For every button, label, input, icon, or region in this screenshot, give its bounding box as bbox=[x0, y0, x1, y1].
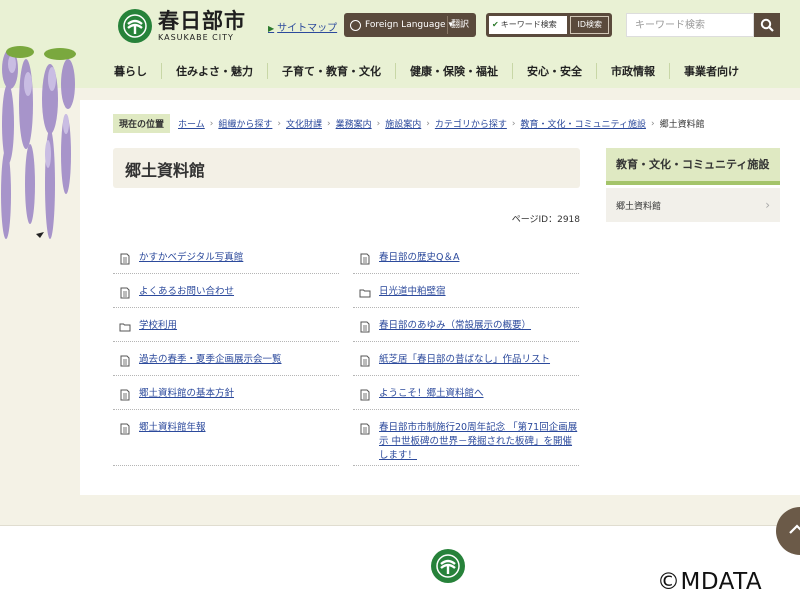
nav-item-health-welfare[interactable]: 健康・保険・福祉 bbox=[395, 63, 512, 79]
wisteria-decoration bbox=[0, 44, 80, 274]
document-icon bbox=[360, 321, 370, 333]
page-id: ページID：2918 bbox=[511, 215, 580, 225]
footer-band bbox=[0, 495, 800, 525]
page-title: 郷土資料館 bbox=[125, 161, 206, 180]
nav-item-living[interactable]: 暮らし bbox=[100, 63, 161, 79]
list-item[interactable]: かすかべデジタル写真館 bbox=[113, 240, 339, 274]
breadcrumb-item[interactable]: 組織から探す bbox=[218, 117, 272, 130]
list-link[interactable]: ようこそ！郷土資料館へ bbox=[379, 387, 484, 401]
list-item[interactable]: 日光道中粕壁宿 bbox=[353, 274, 579, 308]
side-menu: 教育・文化・コミュニティ施設 郷土資料館 › bbox=[606, 148, 780, 222]
document-icon bbox=[360, 389, 370, 401]
list-link[interactable]: 春日部の歴史Q＆A bbox=[379, 251, 459, 265]
list-link[interactable]: 過去の春季・夏季企画展示会一覧 bbox=[139, 353, 282, 367]
keyword-search-tab[interactable]: ✔ キーワード検索 bbox=[489, 16, 568, 34]
chevron-right-icon: › bbox=[765, 198, 770, 212]
document-icon bbox=[120, 253, 130, 265]
folder-icon bbox=[119, 323, 131, 332]
list-item[interactable]: 春日部の歴史Q＆A bbox=[353, 240, 579, 274]
document-icon bbox=[120, 389, 130, 401]
breadcrumb-item[interactable]: 業務案内 bbox=[336, 117, 372, 130]
list-item[interactable]: 紙芝居「春日部の昔ばなし」作品リスト bbox=[353, 342, 579, 376]
breadcrumb-item[interactable]: 施設案内 bbox=[385, 117, 421, 130]
global-nav: 暮らし 住みよさ・魅力 子育て・教育・文化 健康・保険・福祉 安心・安全 市政情… bbox=[100, 60, 800, 82]
search-button[interactable] bbox=[754, 13, 780, 37]
chevron-right-icon: › bbox=[277, 118, 281, 129]
logo-subtitle: KASUKABE CITY bbox=[158, 32, 234, 42]
breadcrumb: 現在の位置 ホーム › 組織から探す › 文化財課 › 業務案内 › 施設案内 › カテゴ… bbox=[113, 114, 793, 133]
id-search-tab[interactable]: ID検索 bbox=[570, 16, 609, 34]
side-menu-heading[interactable]: 教育・文化・コミュニティ施設 bbox=[606, 148, 780, 185]
list-link[interactable]: 春日部市市制施行20周年記念 「第71回企画展示 中世板碑の世界－発掘された板碑… bbox=[379, 421, 579, 463]
document-icon bbox=[120, 423, 130, 435]
chevron-right-icon: › bbox=[209, 118, 214, 129]
nav-item-business[interactable]: 事業者向け bbox=[669, 63, 753, 79]
link-list-right: 春日部の歴史Q＆A 日光道中粕壁宿 春日部のあゆみ（常設展示の概要） 紙芝居「春… bbox=[353, 240, 579, 466]
search-icon bbox=[760, 18, 774, 32]
link-list-left: かすかべデジタル写真館 よくあるお問い合わせ 学校利用 過去の春季・夏季企画展示… bbox=[113, 240, 339, 466]
nav-item-city-info[interactable]: 市政情報 bbox=[596, 63, 669, 79]
list-link[interactable]: 紙芝居「春日部の昔ばなし」作品リスト bbox=[379, 353, 550, 367]
keyword-search-label: キーワード検索 bbox=[500, 20, 557, 29]
list-link[interactable]: 郷土資料館の基本方針 bbox=[139, 387, 234, 401]
list-link[interactable]: 郷土資料館年報 bbox=[139, 421, 206, 435]
list-item[interactable]: 春日部のあゆみ（常設展示の概要） bbox=[353, 308, 579, 342]
list-item[interactable]: ようこそ！郷土資料館へ bbox=[353, 376, 579, 410]
logo-name: 春日部市 bbox=[158, 8, 246, 33]
side-menu-item[interactable]: 郷土資料館 › bbox=[606, 188, 780, 222]
footer-emblem-icon bbox=[431, 549, 465, 583]
document-icon bbox=[360, 355, 370, 367]
site-header: 春日部市 KASUKABE CITY ▶ サイトマップ Foreign Langu… bbox=[0, 0, 800, 100]
list-link[interactable]: よくあるお問い合わせ bbox=[139, 285, 234, 299]
list-link[interactable]: かすかべデジタル写真館 bbox=[139, 251, 243, 265]
chevron-right-icon: › bbox=[426, 118, 430, 129]
sitemap-link[interactable]: ▶ サイトマップ bbox=[268, 19, 337, 34]
list-link[interactable]: 春日部のあゆみ（常設展示の概要） bbox=[379, 319, 531, 333]
nav-item-childcare-education[interactable]: 子育て・教育・文化 bbox=[267, 63, 395, 79]
watermark: ©MDATA bbox=[657, 569, 763, 595]
list-item[interactable]: 過去の春季・夏季企画展示会一覧 bbox=[113, 342, 339, 376]
list-item[interactable]: 郷土資料館年報 bbox=[113, 410, 339, 466]
foreign-language-label: Foreign Language ▾ bbox=[365, 20, 453, 30]
document-icon bbox=[360, 423, 370, 435]
list-item[interactable]: よくあるお問い合わせ bbox=[113, 274, 339, 308]
globe-icon bbox=[350, 19, 361, 31]
arrow-right-icon: ▶ bbox=[268, 24, 275, 33]
folder-icon bbox=[359, 289, 371, 298]
list-link[interactable]: 日光道中粕壁宿 bbox=[379, 285, 446, 299]
list-link[interactable]: 学校利用 bbox=[139, 319, 177, 333]
chevron-right-icon: › bbox=[511, 118, 516, 129]
breadcrumb-item[interactable]: 文化財課 bbox=[286, 117, 322, 130]
chevron-right-icon: › bbox=[376, 118, 381, 129]
search-mode-toggle: ✔ キーワード検索 ID検索 bbox=[486, 13, 612, 37]
document-icon bbox=[120, 355, 130, 367]
document-icon bbox=[120, 287, 130, 299]
foreign-language-button[interactable]: Foreign Language ▾ 翻訳 bbox=[344, 13, 476, 37]
site-logo[interactable]: 春日部市 KASUKABE CITY bbox=[118, 9, 246, 43]
breadcrumb-item[interactable]: 教育・文化・コミュニティ施設 bbox=[520, 117, 645, 130]
list-item[interactable]: 春日部市市制施行20周年記念 「第71回企画展示 中世板碑の世界－発掘された板碑… bbox=[353, 410, 579, 466]
list-item[interactable]: 学校利用 bbox=[113, 308, 339, 342]
city-emblem-icon bbox=[118, 9, 152, 43]
nav-item-livability[interactable]: 住みよさ・魅力 bbox=[161, 63, 267, 79]
chevron-up-icon bbox=[789, 524, 800, 534]
check-icon: ✔ bbox=[492, 20, 499, 29]
breadcrumb-item[interactable]: ホーム bbox=[178, 117, 205, 130]
document-icon bbox=[360, 253, 370, 265]
page-title-box: 郷土資料館 bbox=[113, 148, 580, 188]
breadcrumb-current: 郷土資料館 bbox=[659, 120, 705, 130]
sitemap-label: サイトマップ bbox=[277, 23, 338, 34]
chevron-right-icon: › bbox=[650, 118, 655, 129]
side-menu-item-label: 郷土資料館 bbox=[616, 201, 662, 212]
breadcrumb-label: 現在の位置 bbox=[113, 114, 171, 133]
breadcrumb-item[interactable]: カテゴリから探す bbox=[435, 117, 507, 130]
list-item[interactable]: 郷土資料館の基本方針 bbox=[113, 376, 339, 410]
search-input[interactable] bbox=[626, 13, 754, 37]
translate-button[interactable]: 翻訳 bbox=[446, 16, 472, 34]
nav-item-safety[interactable]: 安心・安全 bbox=[512, 63, 596, 79]
chevron-right-icon: › bbox=[327, 118, 331, 129]
